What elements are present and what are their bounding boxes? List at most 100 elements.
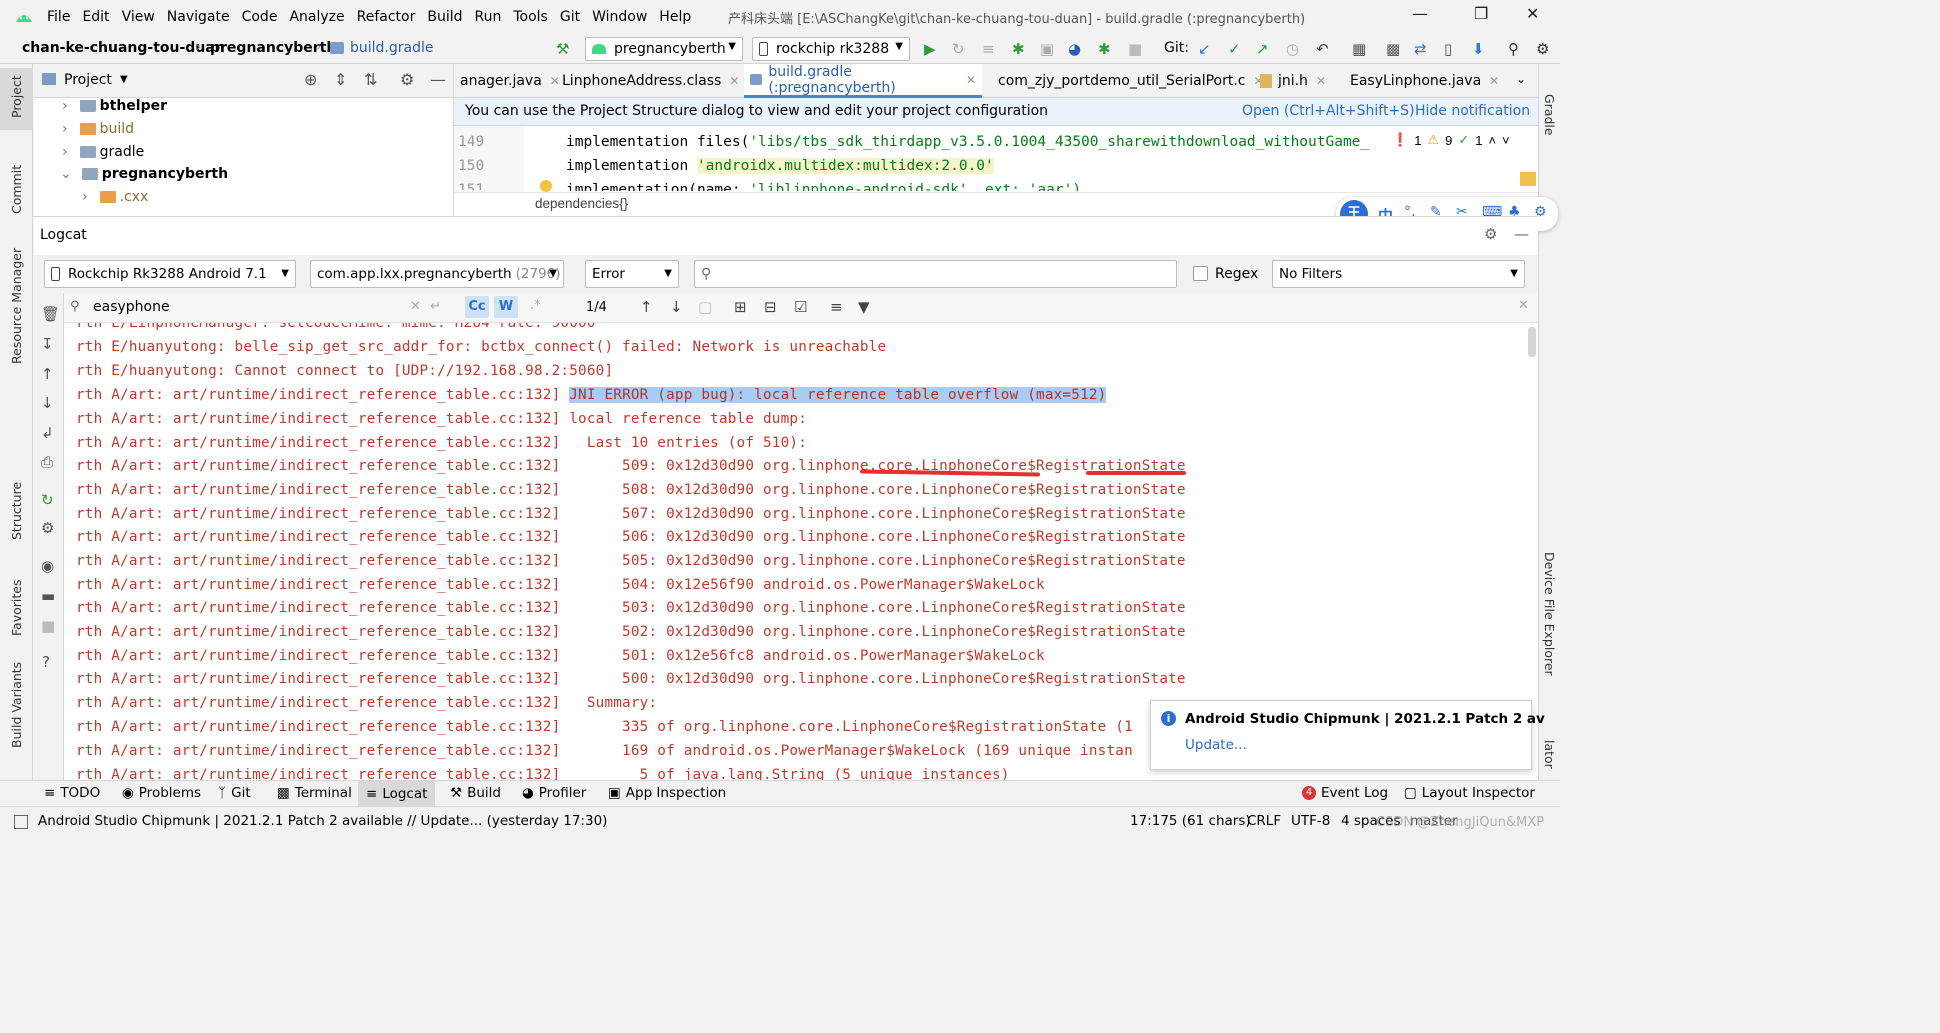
- chevron-up-icon[interactable]: ˄: [1488, 133, 1496, 148]
- hide-notification-link[interactable]: Hide notification: [1415, 103, 1530, 119]
- apply-changes-icon[interactable]: ≡: [982, 40, 995, 58]
- profile-icon[interactable]: ◕: [1068, 40, 1081, 58]
- rerun-icon[interactable]: ↻: [952, 40, 965, 58]
- close-icon[interactable]: ✕: [1489, 74, 1499, 88]
- logcat-process-select[interactable]: com.app.lxx.pregnancyberth (2796) ▼: [310, 260, 564, 288]
- select-all-occurrences-icon[interactable]: ▢: [698, 298, 712, 316]
- editor-breadcrumb[interactable]: dependencies{}: [535, 196, 628, 211]
- git-commit-icon[interactable]: ✓: [1228, 40, 1241, 58]
- chevron-down-icon[interactable]: ▼: [120, 74, 128, 85]
- line-ending[interactable]: CRLF: [1247, 813, 1281, 829]
- menu-build[interactable]: Build: [427, 9, 462, 25]
- tool-git[interactable]: ᛉ Git: [218, 785, 251, 801]
- menu-navigate[interactable]: Navigate: [167, 9, 230, 25]
- select-all-icon[interactable]: ☑: [794, 298, 807, 316]
- side-tab-structure[interactable]: Structure: [9, 482, 24, 540]
- expand-all-icon[interactable]: ⇕: [334, 70, 347, 89]
- update-link[interactable]: Update...: [1185, 737, 1247, 753]
- open-project-structure-link[interactable]: Open (Ctrl+Alt+Shift+S): [1242, 103, 1415, 119]
- sync-gradle-icon[interactable]: ⇄: [1414, 40, 1427, 58]
- file-encoding[interactable]: UTF-8: [1291, 813, 1330, 829]
- arrow-down-icon[interactable]: ↓: [41, 394, 54, 412]
- logcat-device-select[interactable]: Rockchip Rk3288 Android 7.1.2, A ▼: [44, 260, 296, 288]
- tab-jni-h[interactable]: jni.h ✕: [1254, 64, 1332, 98]
- tree-item-gradle[interactable]: › gradle: [62, 144, 144, 160]
- filter-options-icon[interactable]: ≡: [830, 298, 843, 316]
- attach-debugger-icon[interactable]: ✱: [1098, 40, 1111, 58]
- scroll-to-end-icon[interactable]: ↧: [41, 335, 54, 353]
- new-line-icon[interactable]: ↵: [430, 299, 441, 314]
- close-icon[interactable]: ✕: [729, 74, 739, 88]
- side-tab-build-variants[interactable]: Build Variants: [9, 662, 24, 748]
- gear-icon[interactable]: ⚙: [400, 70, 414, 89]
- menu-run[interactable]: Run: [475, 9, 502, 25]
- gear-icon[interactable]: ⚙: [41, 519, 54, 537]
- stop-icon[interactable]: ■: [41, 617, 55, 635]
- menu-tools[interactable]: Tools: [513, 9, 548, 25]
- tree-item-build[interactable]: › build: [62, 121, 134, 137]
- side-tab-device-file-explorer[interactable]: Device File Explorer: [1542, 552, 1557, 676]
- menu-help[interactable]: Help: [659, 9, 691, 25]
- git-history-icon[interactable]: ◷: [1286, 40, 1299, 58]
- tree-item-pregnancyberth[interactable]: ⌄ pregnancyberth: [60, 166, 228, 182]
- search-icon[interactable]: ⚲: [1508, 40, 1519, 58]
- side-tab-gradle[interactable]: Gradle: [1542, 94, 1557, 136]
- menu-git[interactable]: Git: [560, 9, 580, 25]
- previous-match-icon[interactable]: ↑: [640, 298, 653, 316]
- restore-icon[interactable]: ❐: [1474, 4, 1488, 23]
- tool-todo[interactable]: ≡ TODO: [44, 785, 100, 801]
- close-window-icon[interactable]: ✕: [1526, 4, 1539, 23]
- settings-icon[interactable]: ⚙: [1536, 40, 1549, 58]
- next-match-icon[interactable]: ↓: [670, 298, 683, 316]
- sdk-manager-icon[interactable]: ⬇: [1472, 40, 1485, 58]
- close-icon[interactable]: ✕: [966, 73, 976, 87]
- device-select[interactable]: rockchip rk3288 ▼: [752, 37, 910, 61]
- cursor-position[interactable]: 17:175 (61 chars): [1130, 813, 1251, 829]
- close-icon[interactable]: ✕: [1316, 74, 1326, 88]
- git-rollback-icon[interactable]: ↶: [1316, 40, 1329, 58]
- git-push-icon[interactable]: ↗: [1256, 40, 1269, 58]
- hammer-build-icon[interactable]: ⚒: [556, 40, 569, 58]
- help-icon[interactable]: ?: [42, 653, 50, 671]
- tree-item-bthelper[interactable]: › bthelper: [62, 98, 167, 114]
- words-toggle[interactable]: W: [494, 296, 518, 318]
- tool-profiler[interactable]: ◕ Profiler: [522, 785, 586, 801]
- stop-icon[interactable]: ■: [1128, 40, 1142, 58]
- print-icon[interactable]: ⎙: [41, 453, 53, 471]
- menu-refactor[interactable]: Refactor: [357, 9, 416, 25]
- regex-toggle-icon[interactable]: .*: [530, 298, 541, 313]
- add-selection-icon[interactable]: ⊞: [734, 298, 747, 316]
- menu-file[interactable]: File: [47, 9, 70, 25]
- run-config-select[interactable]: pregnancyberth ▼: [585, 37, 743, 61]
- tab-list-chevron-icon[interactable]: ⌄: [1516, 72, 1526, 86]
- menu-analyze[interactable]: Analyze: [289, 9, 344, 25]
- regex-checkbox[interactable]: [1193, 266, 1208, 281]
- logcat-search-field[interactable]: ⚲: [694, 260, 1177, 288]
- menu-view[interactable]: View: [122, 9, 155, 25]
- project-structure-icon[interactable]: ▦: [1352, 40, 1366, 58]
- debug-icon[interactable]: ✱: [1012, 40, 1025, 58]
- find-input[interactable]: easyphone: [93, 299, 170, 315]
- tab-easylinphone-java[interactable]: EasyLinphone.java ✕: [1338, 64, 1504, 98]
- tool-layout-inspector[interactable]: ▢ Layout Inspector: [1404, 785, 1535, 801]
- tree-item-cxx[interactable]: › .cxx: [82, 189, 148, 205]
- hide-panel-icon[interactable]: —: [430, 70, 446, 89]
- run-icon[interactable]: ▶: [924, 40, 936, 58]
- tool-terminal[interactable]: ▩ Terminal: [277, 785, 352, 801]
- breadcrumb-file[interactable]: build.gradle: [350, 40, 434, 56]
- restart-icon[interactable]: ↻: [41, 491, 54, 509]
- tool-build[interactable]: ⚒ Build: [450, 785, 501, 801]
- scrollbar-thumb[interactable]: [1528, 327, 1536, 357]
- avd-manager-icon[interactable]: ▩: [1386, 40, 1400, 58]
- tab-build-gradle[interactable]: build.gradle (:pregnancyberth) ✕: [744, 64, 982, 98]
- clear-search-icon[interactable]: ✕: [410, 299, 421, 314]
- lightbulb-icon[interactable]: [540, 180, 552, 192]
- side-tab-resource-manager[interactable]: Resource Manager: [9, 248, 24, 364]
- collapse-all-icon[interactable]: ⇅: [364, 70, 377, 89]
- breadcrumb-project[interactable]: chan-ke-chuang-tou-duan: [22, 40, 225, 56]
- chevron-down-icon[interactable]: ˅: [1502, 133, 1510, 148]
- tool-app-inspection[interactable]: ▣ App Inspection: [608, 785, 726, 801]
- soft-wrap-icon[interactable]: ↲: [41, 424, 54, 442]
- coverage-icon[interactable]: ▣: [1040, 40, 1054, 58]
- side-tab-project[interactable]: Project: [9, 75, 24, 118]
